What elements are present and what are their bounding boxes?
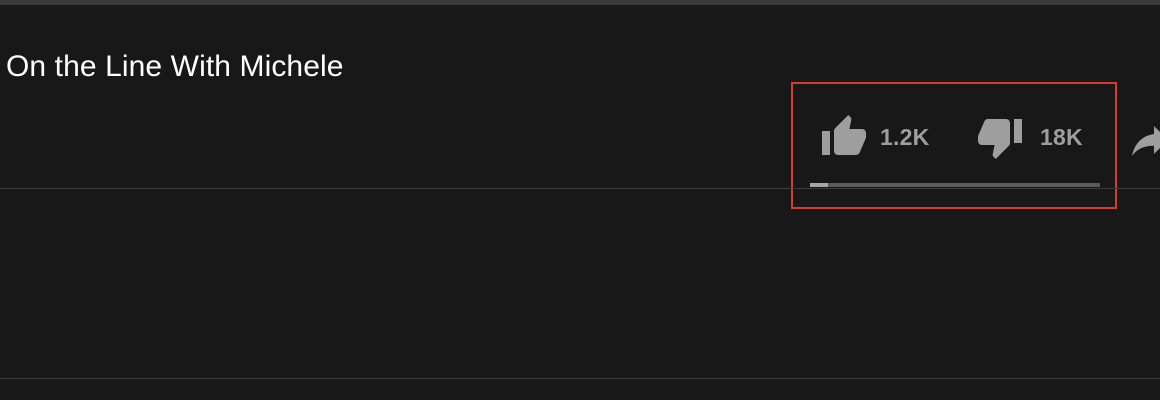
share-button[interactable] xyxy=(1126,116,1160,164)
section-divider-lower xyxy=(0,378,1160,379)
rating-controls: 1.2K 18K xyxy=(808,108,1100,190)
sentiment-bar xyxy=(810,183,1100,187)
video-title: On the Line With Michele xyxy=(6,50,344,83)
thumbs-down-icon xyxy=(976,113,1024,161)
thumbs-up-icon xyxy=(820,113,868,161)
like-button[interactable]: 1.2K xyxy=(820,112,929,162)
dislike-button[interactable]: 18K xyxy=(976,112,1083,162)
like-count: 1.2K xyxy=(880,123,930,150)
share-arrow-icon xyxy=(1132,126,1160,156)
section-divider xyxy=(0,188,1160,189)
sentiment-bar-like-fill xyxy=(810,183,829,187)
top-border xyxy=(0,0,1160,5)
dislike-count: 18K xyxy=(1040,123,1083,150)
